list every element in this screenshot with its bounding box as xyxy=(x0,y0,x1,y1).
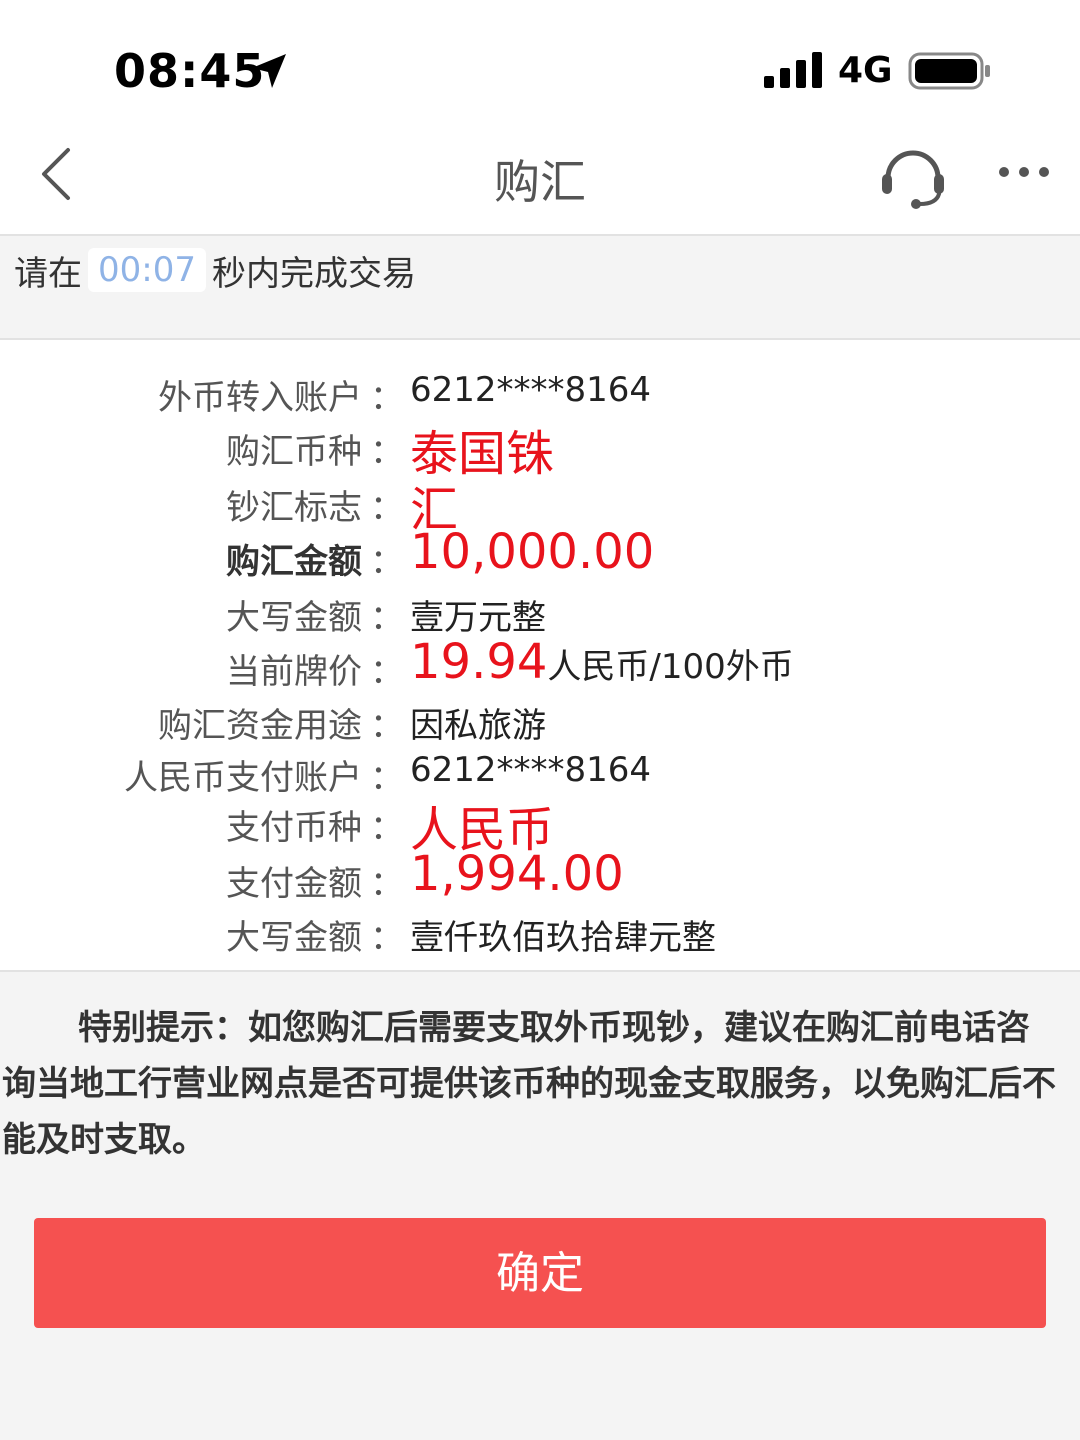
detail-label: 大写金额 xyxy=(226,918,362,958)
detail-colon: ： xyxy=(370,808,404,848)
rate-unit: 人民币/100外币 xyxy=(547,647,794,687)
detail-label: 当前牌价 xyxy=(226,652,362,692)
detail-label: 支付金额 xyxy=(226,864,362,904)
detail-value: 10,000.00 xyxy=(410,524,655,580)
detail-row-rmb-account: 人民币支付账户 ： 6212****8164 xyxy=(0,740,1080,798)
countdown-timer: 00:07 xyxy=(88,248,206,292)
detail-colon: ： xyxy=(370,864,404,904)
headset-icon[interactable] xyxy=(876,138,950,212)
rate-number: 19.94 xyxy=(410,634,548,690)
notice-text: 特别提示：如您购汇后需要支取外币现钞，建议在购汇前电话咨询当地工行营业网点是否可… xyxy=(2,1008,1056,1160)
detail-value: 壹仟玖佰玖拾肆元整 xyxy=(410,918,716,958)
detail-value: 6212****8164 xyxy=(410,370,652,410)
detail-row-pay-currency: 支付币种 ： 人民币 xyxy=(0,790,1080,858)
detail-row-cash-remit-flag: 钞汇标志 ： 汇 xyxy=(0,470,1080,538)
signal-icon xyxy=(764,52,822,88)
detail-label: 钞汇标志 xyxy=(226,488,362,528)
more-icon[interactable] xyxy=(996,160,1056,184)
detail-label: 购汇金额 xyxy=(226,542,362,582)
detail-value: 1,994.00 xyxy=(410,846,624,902)
detail-value-rate: 19.94人民币/100外币 xyxy=(410,634,794,690)
countdown-suffix: 秒内完成交易 xyxy=(211,253,416,294)
detail-value: 壹万元整 xyxy=(410,598,546,638)
detail-label: 支付币种 xyxy=(226,808,362,848)
detail-label: 外币转入账户 xyxy=(158,378,362,418)
battery-icon xyxy=(908,52,990,90)
detail-colon: ： xyxy=(370,542,404,582)
location-arrow-icon xyxy=(252,54,286,88)
nav-bar: 购汇 xyxy=(0,130,1080,236)
detail-row-rate: 当前牌价 ： 19.94人民币/100外币 xyxy=(0,634,1080,692)
countdown-prefix: 请在 xyxy=(14,253,82,294)
detail-row-pay-amount: 支付金额 ： 1,994.00 xyxy=(0,846,1080,904)
detail-row-currency: 购汇币种 ： 泰国铢 xyxy=(0,414,1080,482)
detail-colon: ： xyxy=(370,378,404,418)
network-type: 4G xyxy=(838,50,893,91)
detail-colon: ： xyxy=(370,652,404,692)
confirm-button[interactable]: 确定 xyxy=(34,1218,1046,1328)
detail-row-purpose: 购汇资金用途 ： 因私旅游 xyxy=(0,688,1080,746)
detail-value: 6212****8164 xyxy=(410,750,652,790)
countdown-bar: 请在 00:07 秒内完成交易 xyxy=(0,236,1080,340)
transaction-details: 外币转入账户 ： 6212****8164 购汇币种 ： 泰国铢 钞汇标志 ： … xyxy=(0,340,1080,972)
detail-row-fx-account: 外币转入账户 ： 6212****8164 xyxy=(0,360,1080,418)
status-time: 08:45 xyxy=(114,44,266,98)
detail-row-pay-amount-words: 大写金额 ： 壹仟玖佰玖拾肆元整 xyxy=(0,900,1080,958)
special-notice: 特别提示：如您购汇后需要支取外币现钞，建议在购汇前电话咨询当地工行营业网点是否可… xyxy=(0,1000,1080,1168)
detail-row-amount-words: 大写金额 ： 壹万元整 xyxy=(0,580,1080,638)
detail-label: 大写金额 xyxy=(226,598,362,638)
detail-label: 购汇币种 xyxy=(226,432,362,472)
detail-row-purchase-amount: 购汇金额 ： 10,000.00 xyxy=(0,524,1080,582)
detail-colon: ： xyxy=(370,598,404,638)
status-bar: 08:45 4G xyxy=(0,0,1080,130)
detail-colon: ： xyxy=(370,918,404,958)
detail-colon: ： xyxy=(370,432,404,472)
detail-colon: ： xyxy=(370,488,404,528)
